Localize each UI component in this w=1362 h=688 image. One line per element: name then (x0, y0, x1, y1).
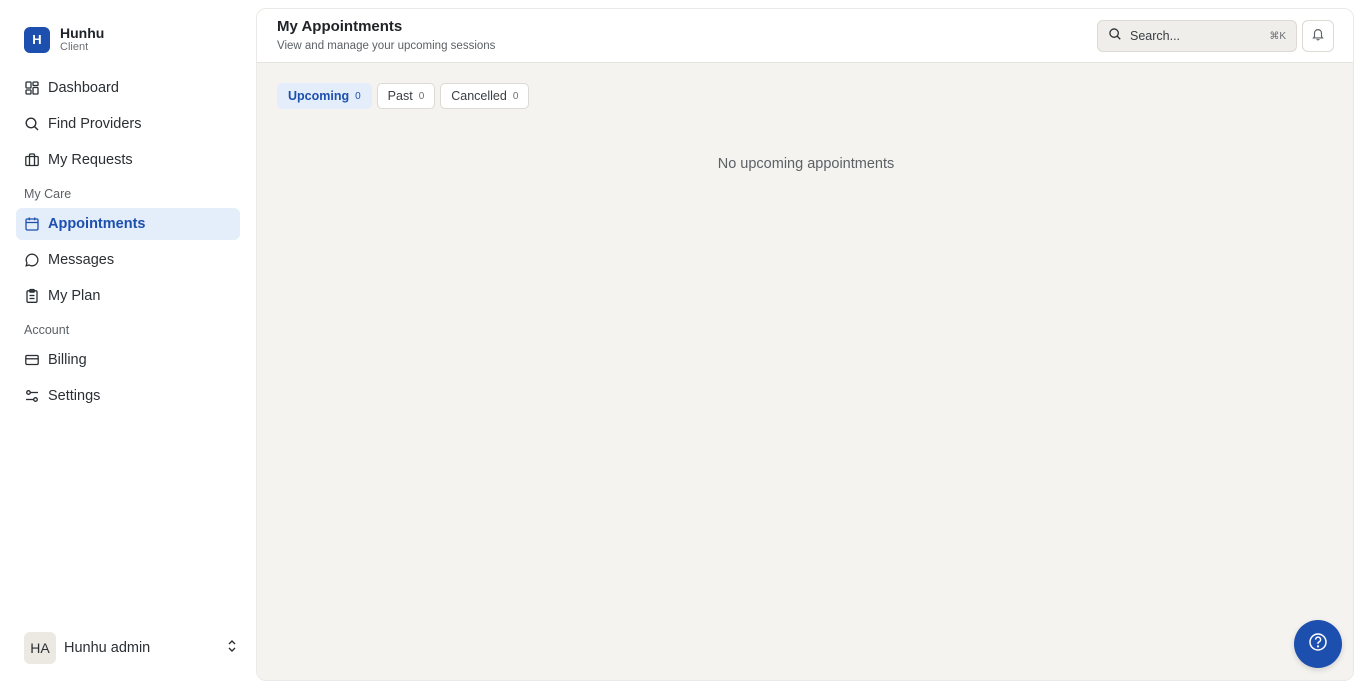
page-header: My Appointments View and manage your upc… (257, 9, 1353, 63)
sidebar-item-messages[interactable]: Messages (16, 244, 240, 276)
clipboard-icon (24, 288, 40, 304)
sidebar-nav: Dashboard Find Providers My Requests My … (16, 72, 240, 416)
sidebar-item-label: Find Providers (48, 116, 142, 132)
sidebar-item-appointments[interactable]: Appointments (16, 208, 240, 240)
question-circle-icon (1308, 632, 1328, 657)
tab-label: Cancelled (451, 89, 507, 103)
sidebar-item-label: My Requests (48, 152, 133, 168)
sidebar-item-label: Billing (48, 352, 87, 368)
user-name: Hunhu admin (64, 640, 151, 656)
sidebar-item-find-providers[interactable]: Find Providers (16, 108, 240, 140)
settings-sliders-icon (24, 388, 40, 404)
sidebar-item-settings[interactable]: Settings (16, 380, 240, 412)
tab-count: 0 (418, 90, 425, 102)
sidebar-item-dashboard[interactable]: Dashboard (16, 72, 240, 104)
brand[interactable]: H Hunhu Client (24, 26, 104, 53)
tab-label: Upcoming (288, 89, 350, 103)
nav-section-account: Account (24, 323, 70, 337)
calendar-icon (24, 216, 40, 232)
tab-upcoming[interactable]: Upcoming 0 (277, 83, 372, 109)
sidebar-item-label: Settings (48, 388, 101, 404)
brand-text: Hunhu Client (60, 26, 104, 53)
sidebar-item-label: My Plan (48, 288, 101, 304)
sidebar-item-label: Messages (48, 252, 115, 268)
page-title: My Appointments (277, 18, 403, 35)
page-subtitle: View and manage your upcoming sessions (277, 40, 496, 52)
nav-section-my-care: My Care (24, 187, 72, 201)
sidebar-item-my-plan[interactable]: My Plan (16, 280, 240, 312)
tab-count: 0 (355, 90, 361, 102)
tab-past[interactable]: Past 0 (376, 83, 436, 109)
tab-label: Past (387, 89, 413, 103)
sidebar-item-my-requests[interactable]: My Requests (16, 144, 240, 176)
search-placeholder: Search... (1130, 29, 1181, 43)
sidebar: H Hunhu Client Dashboard Find Providers … (0, 0, 256, 688)
search-icon (1108, 27, 1122, 46)
bell-icon (1311, 27, 1325, 46)
dashboard-icon (24, 80, 40, 96)
search-icon (24, 116, 40, 132)
notifications-button[interactable] (1302, 20, 1334, 52)
credit-card-icon (24, 352, 40, 368)
tab-count: 0 (512, 90, 519, 102)
brand-logo: H (24, 26, 50, 53)
chevron-up-down-icon (224, 638, 240, 659)
sidebar-item-billing[interactable]: Billing (16, 344, 240, 376)
message-icon (24, 252, 40, 268)
brand-role: Client (60, 41, 89, 53)
help-button[interactable] (1294, 620, 1342, 668)
sidebar-item-label: Appointments (48, 216, 146, 232)
appointment-tabs: Upcoming 0 Past 0 Cancelled 0 (277, 83, 534, 109)
main-content: My Appointments View and manage your upc… (256, 8, 1354, 681)
tab-cancelled[interactable]: Cancelled 0 (440, 83, 530, 109)
search-input[interactable]: Search... ⌘K (1097, 20, 1297, 52)
avatar: HA (24, 632, 56, 664)
sidebar-item-label: Dashboard (48, 80, 119, 96)
empty-state-message: No upcoming appointments (717, 156, 895, 172)
search-shortcut: ⌘K (1269, 30, 1286, 42)
user-menu[interactable]: HA Hunhu admin (24, 632, 240, 664)
briefcase-icon (24, 152, 40, 168)
brand-name: Hunhu (60, 25, 105, 41)
